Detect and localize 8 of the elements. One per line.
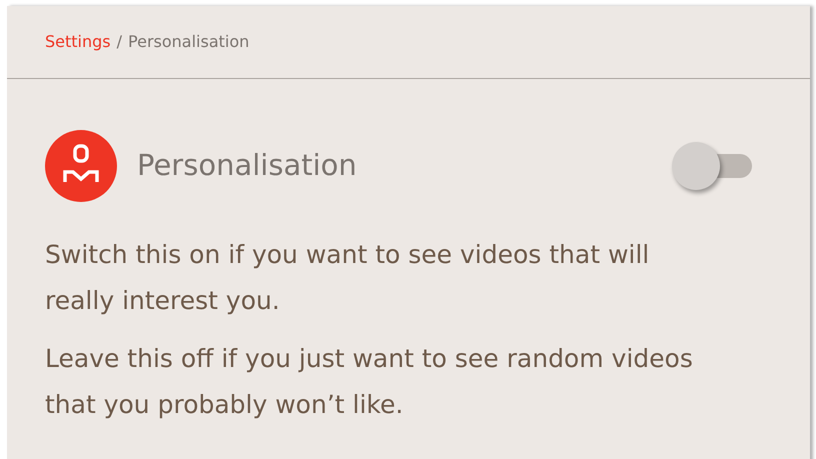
description-text: Leave this off if you just want to see random videos that you probably won’t like. <box>45 343 694 421</box>
description-text: Switch this on if you want to see videos that will really interest you. <box>45 239 650 317</box>
setting-title: Personalisation <box>137 147 357 184</box>
user-icon <box>45 130 117 202</box>
toggle-switch[interactable] <box>672 141 752 191</box>
breadcrumb-current: Personalisation <box>128 31 250 53</box>
breadcrumb-link[interactable]: Settings <box>45 30 111 54</box>
breadcrumb-separator: / <box>116 31 122 53</box>
